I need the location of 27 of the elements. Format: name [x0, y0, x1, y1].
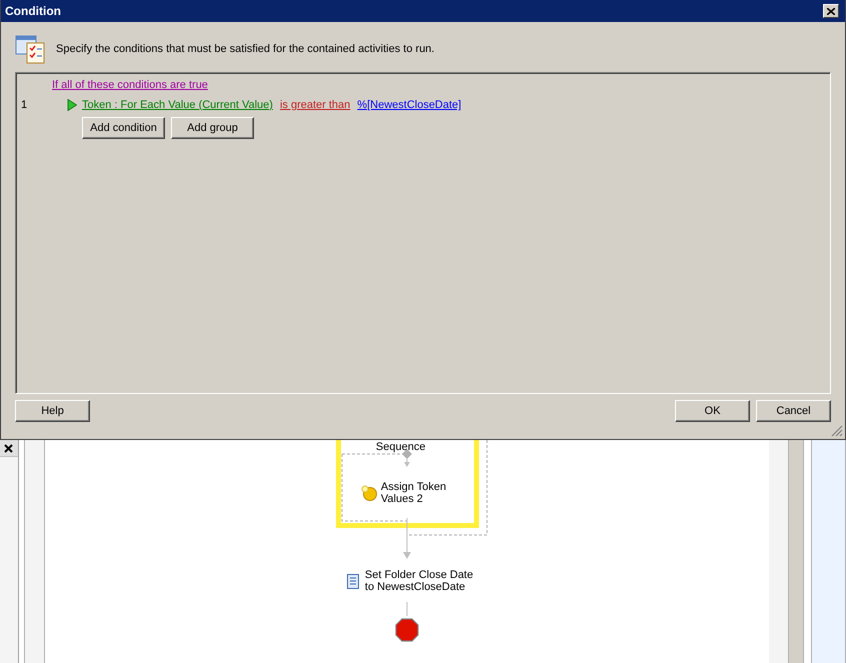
operator-link[interactable]: is greater than — [280, 99, 350, 111]
resize-grip-icon[interactable] — [831, 425, 843, 437]
group-link[interactable]: If all of these conditions are true — [52, 79, 208, 91]
add-button[interactable]: Add group — [171, 117, 254, 139]
close-button[interactable] — [823, 4, 839, 18]
value-link[interactable]: %[NewestCloseDate] — [357, 99, 462, 111]
window-title: Condition — [5, 4, 61, 18]
close-icon — [827, 8, 835, 14]
scrollbar-track[interactable] — [789, 440, 804, 663]
checklist-icon — [15, 34, 47, 64]
close-icon[interactable] — [4, 444, 14, 452]
connector-arrow — [404, 458, 410, 467]
document-icon — [346, 574, 359, 589]
sequence-label: Sequence — [376, 441, 426, 454]
stop-icon — [395, 618, 418, 642]
cancel-button[interactable]: Cancel — [756, 400, 831, 422]
coin-icon — [360, 485, 377, 501]
add-button[interactable]: Add condition — [82, 117, 165, 139]
activity-label[interactable]: Assign Token Values 2 — [380, 481, 461, 505]
connector-arrow — [402, 518, 411, 559]
row-number: 1 — [21, 99, 28, 111]
instruction-text: Specify the conditions that must be satisfied for the contained activities to run. — [56, 43, 434, 55]
activity-label[interactable]: Set Folder Close Date to NewestCloseDate — [364, 569, 483, 593]
ok-button[interactable]: OK — [675, 400, 750, 422]
help-button[interactable]: Help — [15, 400, 90, 422]
play-icon — [67, 99, 77, 111]
connector-line — [406, 602, 408, 616]
